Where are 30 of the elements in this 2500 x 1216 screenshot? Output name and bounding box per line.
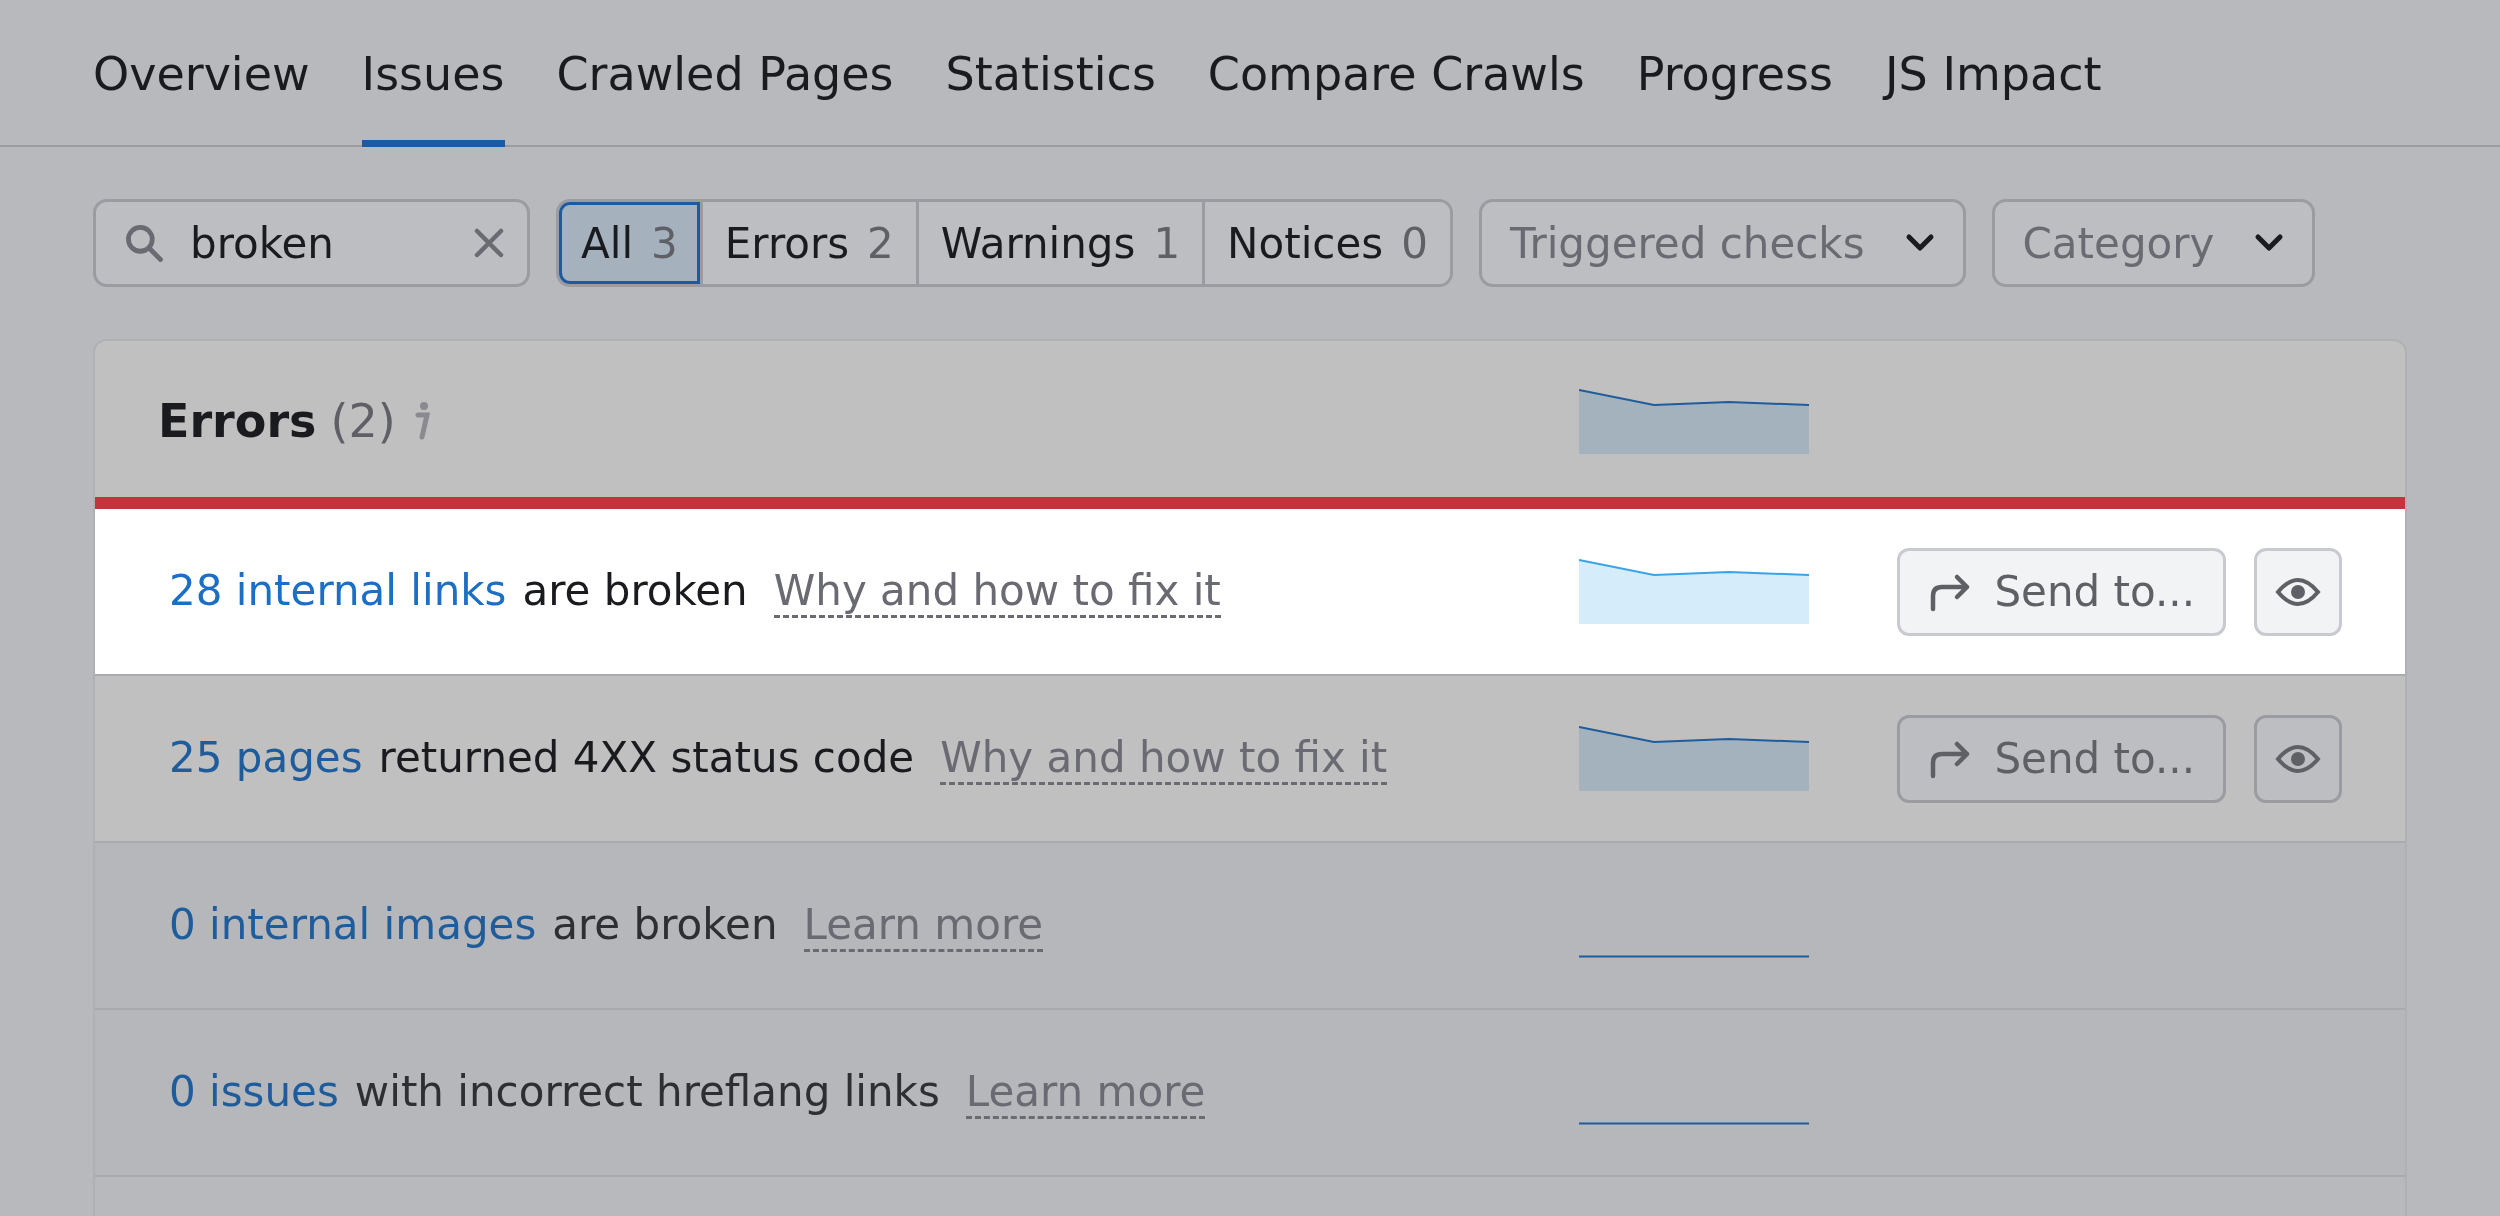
filter-button[interactable]: Errors 2	[699, 202, 916, 284]
tab[interactable]: Overview	[93, 0, 310, 147]
tab[interactable]: Statistics	[945, 0, 1156, 147]
eye-icon	[2275, 742, 2321, 775]
eye-icon	[2275, 575, 2321, 608]
issue-text: returned 4XX status code	[378, 732, 915, 782]
filter-button[interactable]: Notices 0	[1202, 202, 1450, 284]
section-title: Errors	[158, 394, 317, 448]
tab[interactable]: Progress	[1636, 0, 1834, 147]
tab[interactable]: Issues	[361, 0, 505, 147]
chevron-down-icon	[2254, 233, 2285, 253]
tab[interactable]: Crawled Pages	[556, 0, 894, 147]
preview-button[interactable]	[2254, 547, 2342, 636]
filter-button[interactable]: Warnings 1	[915, 202, 1203, 284]
filter-button[interactable]: All 3	[559, 202, 700, 284]
tab[interactable]: Compare Crawls	[1207, 0, 1585, 147]
issue-text: are broken	[522, 565, 748, 615]
chevron-down-icon	[1904, 233, 1935, 253]
issue-row[interactable]: 25 pages returned 4XX status code Why and how to fix it Send to...	[95, 676, 2405, 843]
preview-button[interactable]	[2254, 714, 2342, 803]
issue-link[interactable]: 25 pages	[169, 732, 363, 782]
send-to-button[interactable]: Send to...	[1897, 547, 2226, 636]
issue-row[interactable]: 28 internal links are broken Why and how to fix it Send to...	[95, 509, 2405, 676]
issue-link[interactable]: 28 internal links	[169, 565, 507, 615]
help-link[interactable]: Why and how to fix it	[773, 565, 1221, 618]
section-count: (2)	[330, 394, 396, 448]
issue-text: with incorrect hreflang links	[354, 1066, 940, 1116]
issue-text: are broken	[552, 899, 778, 949]
search-input[interactable]: broken	[188, 217, 449, 269]
search-field[interactable]: broken	[93, 199, 530, 287]
